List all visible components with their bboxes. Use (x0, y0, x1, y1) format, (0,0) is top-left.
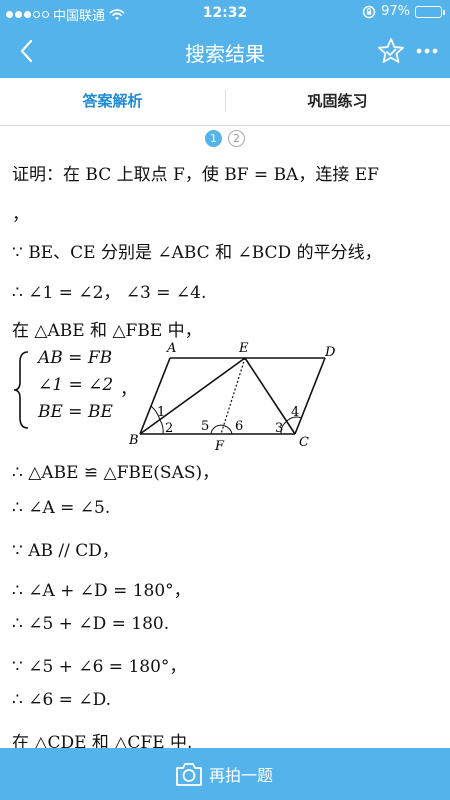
solution-line: ∴ ∠6 = ∠D. (12, 690, 112, 710)
star-icon[interactable] (376, 36, 406, 66)
brace-icon (13, 351, 29, 429)
solution-line: ∴ ∠1 = ∠2， ∠3 = ∠4. (12, 283, 207, 303)
angle-label-6: 6 (235, 419, 243, 434)
rotation-lock-icon (362, 5, 376, 18)
camera-icon (176, 763, 202, 786)
battery-icon (415, 5, 445, 18)
solution-line: 在 △ABE 和 △FBE 中， (12, 321, 202, 341)
angle-label-2: 2 (165, 421, 173, 436)
solution-line: ∴ △ABE ≌ △FBE(SAS)， (12, 463, 220, 483)
page-dot-1[interactable]: 1 (205, 130, 222, 147)
solution-line: ∴ ∠A + ∠D = 180°， (12, 581, 191, 601)
page-dot-2[interactable]: 2 (228, 130, 245, 147)
angle-label-5: 5 (201, 419, 209, 434)
tab-answer-analysis[interactable]: 答案解析 (0, 78, 225, 124)
solution-line: ∴ ∠A = ∠5. (12, 498, 111, 518)
system-row: BE = BE (38, 402, 113, 422)
point-label-a: A (166, 342, 176, 356)
tab-bar: 答案解析 巩固练习 (0, 78, 450, 126)
solution-line: ∵ ∠5 + ∠6 = 180°， (12, 657, 187, 677)
geometry-diagram: A E D B F C 1 2 3 4 5 6 (128, 342, 336, 452)
system-row: ∠1 = ∠2 (38, 375, 114, 395)
retake-label: 再拍一题 (209, 766, 274, 785)
solution-line: ∴ ∠5 + ∠D = 180. (12, 614, 170, 634)
system-row: AB = FB (38, 348, 113, 368)
angle-label-3: 3 (275, 421, 283, 436)
retake-button[interactable]: 再拍一题 (0, 748, 450, 800)
angle-label-1: 1 (157, 405, 165, 420)
battery-percent: 97% (381, 4, 410, 19)
status-right: 97% (362, 4, 445, 19)
top-bar: 中国联通 12:32 97% 搜索结果 (0, 0, 450, 78)
solution-line: 证明：在 BC 上取点 F，使 BF = BA，连接 EF (12, 165, 379, 185)
solution-line: 在 △CDE 和 △CFE 中. (12, 733, 193, 748)
point-label-d: D (324, 345, 336, 360)
point-label-c: C (299, 435, 309, 450)
nav-bar: 搜索结果 (0, 26, 450, 78)
page-indicator: 1 2 (0, 130, 450, 154)
point-label-f: F (214, 439, 225, 452)
angle-label-4: 4 (291, 405, 299, 420)
solution-line: ， (12, 205, 29, 225)
more-horizontal-icon[interactable] (414, 38, 440, 64)
solution-content: 证明：在 BC 上取点 F，使 BF = BA，连接 EF ， ∵ BE、CE … (0, 156, 450, 748)
solution-line: ∵ AB // CD， (12, 541, 119, 561)
solution-line: ∵ BE、CE 分别是 ∠ABC 和 ∠BCD 的平分线， (12, 243, 382, 263)
tab-practice[interactable]: 巩固练习 (225, 78, 450, 124)
point-label-b: B (128, 433, 139, 448)
point-label-e: E (238, 342, 249, 356)
status-bar: 中国联通 12:32 97% (0, 0, 450, 26)
